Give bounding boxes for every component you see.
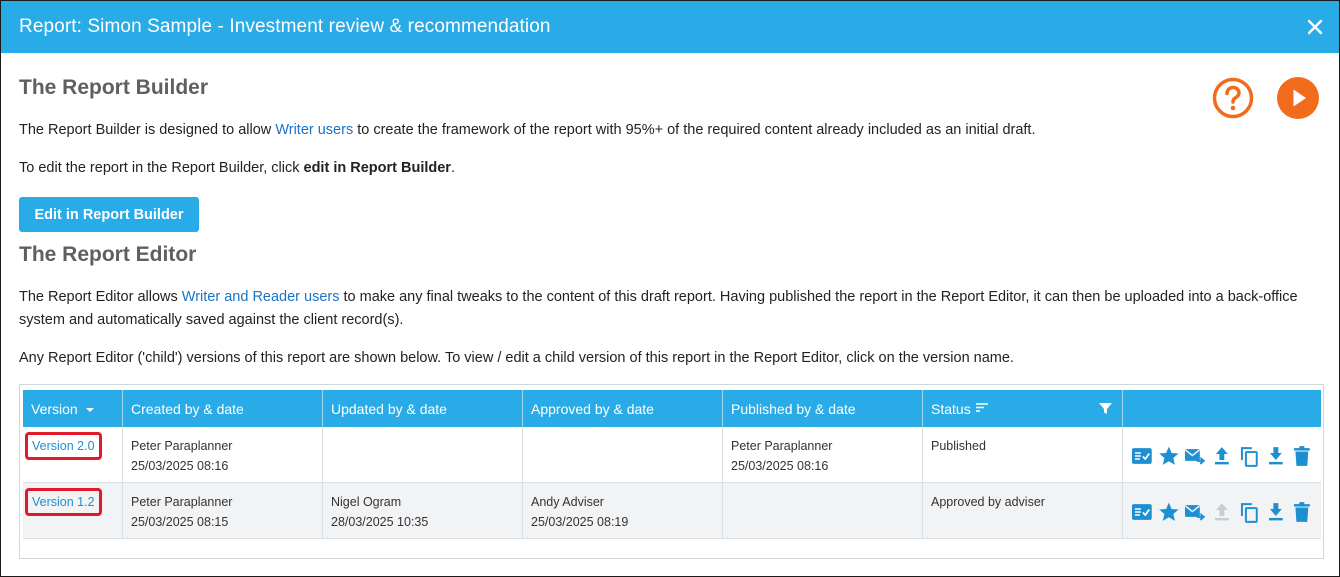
column-version[interactable]: Version (23, 390, 123, 427)
status-text: Published (931, 439, 986, 453)
modal-title: Report: Simon Sample - Investment review… (19, 16, 551, 37)
modal-titlebar: Report: Simon Sample - Investment review… (1, 1, 1339, 53)
email-forward-icon[interactable] (1184, 501, 1206, 523)
trash-icon[interactable] (1291, 445, 1313, 467)
play-icon[interactable] (1277, 77, 1319, 119)
updated-date: 28/03/2025 10:35 (331, 515, 429, 529)
column-published[interactable]: Published by & date (723, 390, 923, 427)
column-approved[interactable]: Approved by & date (523, 390, 723, 427)
approved-date: 25/03/2025 08:19 (531, 515, 629, 529)
download-icon[interactable] (1265, 445, 1287, 467)
column-created[interactable]: Created by & date (123, 390, 323, 427)
writer-and-reader-users-link[interactable]: Writer and Reader users (182, 289, 340, 305)
writer-users-link[interactable]: Writer users (275, 122, 353, 138)
copy-icon[interactable] (1238, 501, 1260, 523)
created-by: Peter Paraplanner (131, 495, 233, 509)
version-link[interactable]: Version 1.2 (25, 488, 102, 516)
report-editor-versions-note: Any Report Editor ('child') versions of … (19, 350, 1014, 366)
version-link[interactable]: Version 2.0 (25, 432, 102, 460)
star-icon[interactable] (1158, 501, 1180, 523)
report-builder-heading: The Report Builder (19, 76, 209, 99)
created-date: 25/03/2025 08:16 (131, 459, 229, 473)
row-actions (1131, 492, 1313, 523)
column-status[interactable]: Status (923, 390, 1123, 427)
published-date: 25/03/2025 08:16 (731, 459, 829, 473)
report-builder-instruction: To edit the report in the Report Builder… (19, 160, 455, 176)
close-icon[interactable] (1305, 17, 1325, 37)
column-actions (1123, 390, 1321, 427)
updated-by: Nigel Ogram (331, 495, 402, 509)
help-icon[interactable] (1212, 77, 1254, 119)
edit-in-report-builder-button[interactable]: Edit in Report Builder (19, 197, 199, 232)
filter-icon[interactable] (1099, 402, 1112, 415)
download-icon[interactable] (1265, 501, 1287, 523)
sort-down-icon (85, 408, 94, 413)
report-modal: Report: Simon Sample - Investment review… (0, 0, 1340, 577)
versions-table: Version Created by & date Updated by & d… (19, 384, 1324, 559)
report-builder-description: The Report Builder is designed to allow … (19, 122, 1036, 138)
report-editor-heading: The Report Editor (19, 243, 197, 266)
trash-icon[interactable] (1291, 501, 1313, 523)
sort-lines-icon (975, 403, 988, 412)
column-updated[interactable]: Updated by & date (323, 390, 523, 427)
email-forward-icon[interactable] (1184, 445, 1206, 467)
status-text: Approved by adviser (931, 495, 1045, 509)
table-row: Version 2.0 Peter Paraplanner 25/03/2025 … (23, 427, 1321, 483)
table-header: Version Created by & date Updated by & d… (23, 390, 1321, 427)
created-by: Peter Paraplanner (131, 439, 233, 453)
checklist-icon[interactable] (1131, 501, 1153, 523)
checklist-icon[interactable] (1131, 445, 1153, 467)
upload-icon[interactable] (1211, 445, 1233, 467)
created-date: 25/03/2025 08:15 (131, 515, 229, 529)
copy-icon[interactable] (1238, 445, 1260, 467)
table-row: Version 1.2 Peter Paraplanner 25/03/2025 … (23, 483, 1321, 539)
star-icon[interactable] (1158, 445, 1180, 467)
report-editor-description: The Report Editor allows Writer and Read… (19, 289, 1298, 328)
upload-icon-disabled (1215, 503, 1229, 521)
published-by: Peter Paraplanner (731, 439, 833, 453)
approved-by: Andy Adviser (531, 495, 604, 509)
row-actions (1131, 436, 1313, 467)
